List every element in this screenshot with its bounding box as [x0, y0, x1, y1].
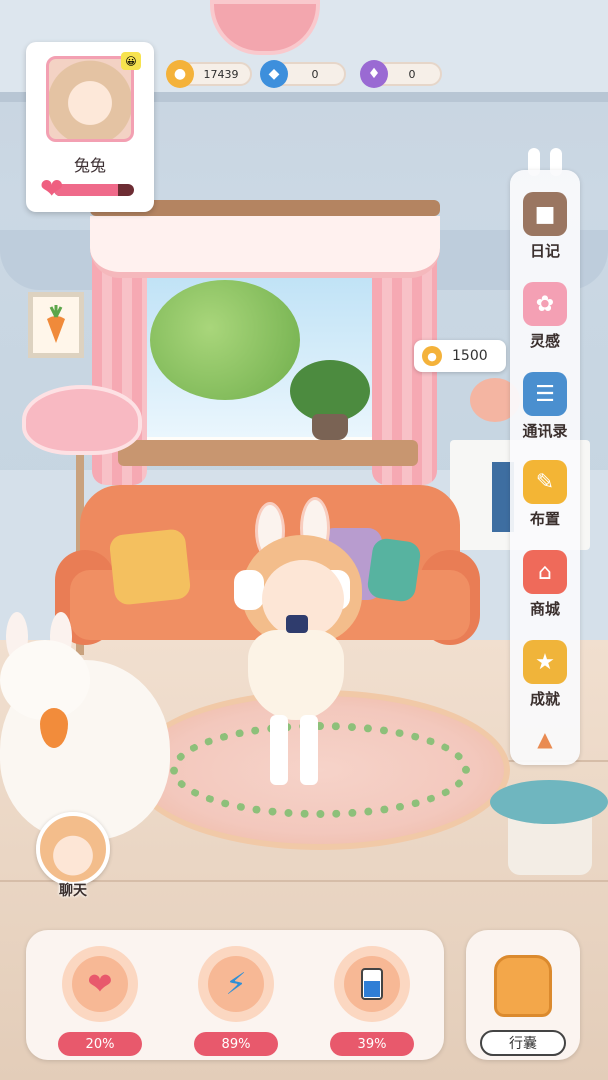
- arrow-up-icon[interactable]: ▲: [532, 727, 558, 751]
- affection-bar-fill: [54, 184, 118, 196]
- stat-circle: ⚡: [198, 946, 274, 1022]
- menu-item-contacts[interactable]: ☰ 通讯录: [510, 366, 580, 452]
- cup-shape: [361, 968, 383, 1000]
- stat-circle: ❤: [62, 946, 138, 1022]
- coin-collect-bubble[interactable]: ● 1500: [414, 340, 506, 372]
- menu-item-achievements[interactable]: ★ 成就: [510, 634, 580, 720]
- stat-percent: 89%: [194, 1032, 278, 1056]
- rug-pattern: [170, 722, 470, 818]
- bag-button[interactable]: 行囊: [480, 1030, 566, 1056]
- menu-item-label: 通讯录: [522, 422, 568, 440]
- chat-label: 聊天: [59, 883, 87, 899]
- curtain-valance: [90, 216, 440, 278]
- bunny-plush-head: [0, 640, 90, 720]
- diary-book-icon: ■: [523, 192, 567, 236]
- menu-item-decorate[interactable]: ✎ 布置: [510, 454, 580, 540]
- stat-energy[interactable]: ⚡ 89%: [194, 946, 278, 1056]
- menu-item-diary[interactable]: ■ 日记: [510, 186, 580, 272]
- mood-emoji-icon[interactable]: 😀: [121, 52, 141, 70]
- carrot-picture-frame[interactable]: [28, 292, 84, 358]
- window-tree: [150, 280, 300, 400]
- chat-button[interactable]: [36, 812, 110, 886]
- purple-crystal-icon: ♦: [360, 60, 388, 88]
- resource-value: 0: [311, 67, 319, 81]
- heart-icon: ❤: [40, 172, 64, 205]
- stat-percent: 39%: [330, 1032, 414, 1056]
- character-leg: [270, 715, 288, 785]
- stat-circle: [334, 946, 410, 1022]
- menu-item-label: 日记: [529, 242, 560, 260]
- stat-water[interactable]: 39%: [330, 946, 414, 1056]
- carrot-icon: [47, 305, 65, 343]
- carrot-coin-icon: ●: [166, 60, 194, 88]
- menu-item-label: 布置: [529, 510, 560, 528]
- stat-mood[interactable]: ❤ 20%: [58, 946, 142, 1056]
- bunny-inspiration-icon: ✿: [523, 282, 567, 326]
- paint-brush-icon: ✎: [523, 460, 567, 504]
- resource-value: 17439: [203, 67, 239, 81]
- coin-bubble-value: 1500: [452, 348, 488, 364]
- floor-lamp[interactable]: [22, 385, 142, 455]
- menu-item-inspiration[interactable]: ✿ 灵感: [510, 276, 580, 362]
- carrot-coin-icon: ●: [422, 346, 442, 366]
- shop-stall-icon: ⌂: [523, 550, 567, 594]
- character-bow: [286, 615, 308, 633]
- character-headphone: [234, 570, 264, 610]
- water-cup-icon: [344, 956, 400, 1012]
- resource-value: 0: [408, 67, 416, 81]
- menu-item-label: 商城: [529, 600, 560, 618]
- menu-item-shop[interactable]: ⌂ 商城: [510, 544, 580, 630]
- menu-item-label: 成就: [529, 690, 560, 708]
- trophy-medal-icon: ★: [523, 640, 567, 684]
- stool-base: [508, 815, 592, 875]
- character-leg: [300, 715, 318, 785]
- contacts-book-icon: ☰: [523, 372, 567, 416]
- profile-avatar[interactable]: [46, 56, 134, 142]
- yellow-pillow: [108, 528, 192, 606]
- menu-item-label: 灵感: [529, 332, 560, 350]
- window-sill: [118, 440, 418, 466]
- stool[interactable]: [490, 780, 608, 824]
- diamond-gem-icon: ◆: [260, 60, 288, 88]
- stat-percent: 20%: [58, 1032, 142, 1056]
- lightning-energy-icon: ⚡: [208, 956, 264, 1012]
- plant-pot: [312, 414, 348, 440]
- heart-icon: ❤: [72, 956, 128, 1012]
- backpack-icon[interactable]: [494, 955, 552, 1017]
- affection-bar: [54, 184, 134, 196]
- green-pillow: [366, 536, 422, 604]
- potted-plant[interactable]: [290, 360, 370, 422]
